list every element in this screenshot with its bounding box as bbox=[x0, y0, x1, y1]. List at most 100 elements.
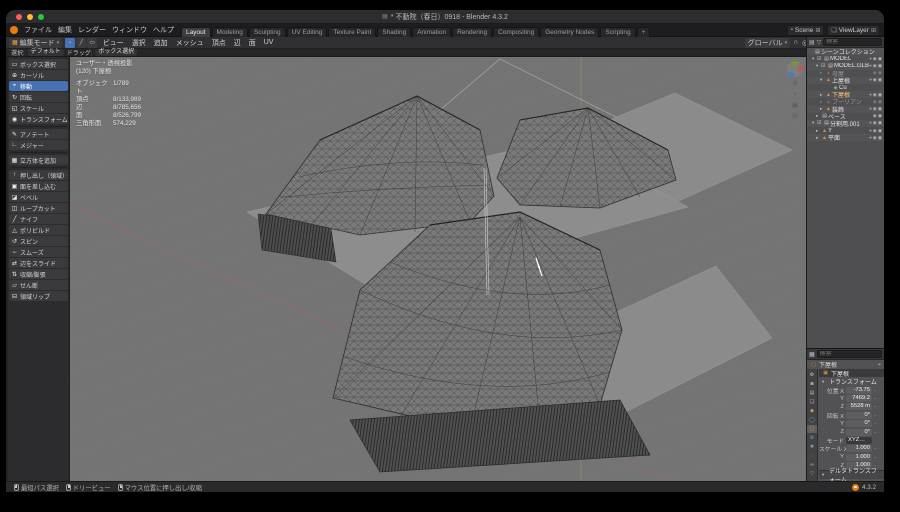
tab-view-layer[interactable]: ❏ bbox=[807, 398, 817, 406]
x-axis-dot[interactable] bbox=[798, 66, 803, 71]
outliner-row-model-glb[interactable]: ▾☑▤MODEL.GLB⌖◉▣ bbox=[807, 62, 884, 69]
menu-window[interactable]: ウィンドウ bbox=[109, 25, 150, 35]
tab-object[interactable]: ▢ bbox=[807, 425, 817, 433]
animate-dot-icon[interactable]: · bbox=[878, 421, 882, 426]
tool-annotate[interactable]: ✎アノテート bbox=[9, 129, 68, 139]
tab-scene[interactable]: ◆ bbox=[807, 407, 817, 415]
tab-uv-editing[interactable]: UV Editing bbox=[287, 27, 328, 37]
camera-view-icon[interactable]: ▣ bbox=[792, 102, 799, 110]
drag-mode-dropdown[interactable]: ボックス選択 bbox=[95, 49, 137, 56]
tool-add-cube[interactable]: ▦立方体を追加 bbox=[9, 155, 68, 165]
perspective-toggle-icon[interactable]: ⊞ bbox=[792, 113, 798, 121]
close-button[interactable] bbox=[16, 14, 22, 20]
pin-icon[interactable]: ⌖ bbox=[878, 362, 881, 368]
maximize-button[interactable] bbox=[38, 14, 44, 20]
menu-mesh[interactable]: メッシュ bbox=[173, 38, 206, 48]
location-y-field[interactable]: 7469.2 bbox=[846, 395, 872, 402]
rotation-mode-dropdown[interactable]: XYZ… bbox=[846, 437, 872, 444]
snap-magnet-icon[interactable]: ∩ bbox=[792, 39, 799, 46]
vertex-select-button[interactable]: ◦ bbox=[65, 38, 75, 48]
tab-physics[interactable]: ◌ bbox=[807, 452, 817, 460]
titlebar[interactable]: ▤ * 不動院（春日）0918 - Blender 4.3.2 bbox=[6, 10, 884, 24]
menu-view[interactable]: ビュー bbox=[100, 38, 126, 48]
zoom-view-icon[interactable]: ⊕ bbox=[792, 80, 798, 88]
tool-rotate[interactable]: ↻回転 bbox=[9, 92, 68, 102]
outliner-row-model[interactable]: ▾☑▤MODEL⌖◉▣ bbox=[807, 55, 884, 62]
rotation-y-field[interactable]: 0° bbox=[846, 420, 872, 427]
tab-layout[interactable]: Layout bbox=[181, 27, 211, 37]
menu-vertex[interactable]: 頂点 bbox=[209, 38, 228, 48]
location-z-field[interactable]: 5528 m bbox=[846, 403, 872, 410]
tool-box-select[interactable]: ▭ボックス選択 bbox=[9, 59, 68, 69]
tab-scripting[interactable]: Scripting bbox=[600, 27, 635, 37]
outliner-display-mode-icon[interactable]: ▤ bbox=[809, 39, 815, 46]
y-axis-dot[interactable] bbox=[792, 61, 797, 66]
tab-tool[interactable]: ⚙ bbox=[807, 371, 817, 379]
animate-dot-icon[interactable]: · bbox=[878, 430, 882, 435]
tool-poly-build[interactable]: △ポリビルド bbox=[9, 225, 68, 235]
tab-world[interactable]: ◯ bbox=[807, 416, 817, 424]
active-object-bar[interactable]: ▣ 下屋根 bbox=[819, 369, 884, 377]
tab-sculpting[interactable]: Sculpting bbox=[249, 27, 286, 37]
tab-modeling[interactable]: Modeling bbox=[212, 27, 248, 37]
delta-transform-panel-header[interactable]: ▾デルタトランスフォーム bbox=[819, 470, 884, 479]
menu-edge[interactable]: 辺 bbox=[231, 38, 243, 48]
tool-inset-faces[interactable]: ▣面を差し込む bbox=[9, 181, 68, 191]
tab-rendering[interactable]: Rendering bbox=[452, 27, 492, 37]
animate-dot-icon[interactable]: · bbox=[878, 396, 882, 401]
rotation-z-field[interactable]: 0° bbox=[846, 429, 872, 436]
tab-output[interactable]: ▤ bbox=[807, 389, 817, 397]
scale-x-field[interactable]: 1.000 bbox=[846, 445, 872, 452]
orientation-dropdown[interactable]: グローバル ▾ bbox=[745, 38, 790, 48]
scene-selector[interactable]: ▪ Scene ⊞ bbox=[787, 25, 825, 36]
tab-animation[interactable]: Animation bbox=[412, 27, 451, 37]
tab-render[interactable]: ◙ bbox=[807, 380, 817, 388]
view-layer-selector[interactable]: ❏ ViewLayer ⊞ bbox=[827, 25, 880, 36]
tool-shrink-fatten[interactable]: ⇅収縮/膨張 bbox=[9, 269, 68, 279]
tool-rip-region[interactable]: ⊟領域リップ bbox=[9, 291, 68, 301]
tab-texture-paint[interactable]: Texture Paint bbox=[328, 27, 376, 37]
tool-smooth[interactable]: ∼スムーズ bbox=[9, 247, 68, 257]
edge-select-button[interactable]: ╱ bbox=[76, 38, 86, 48]
outliner-row-split-collection[interactable]: ▾☑▤分割用.001⌖◉▣ bbox=[807, 120, 884, 127]
animate-dot-icon[interactable]: · bbox=[878, 446, 882, 451]
tab-object-data[interactable]: ▽ bbox=[807, 470, 817, 478]
tool-move[interactable]: ⌖移動 bbox=[9, 81, 68, 91]
tool-transform[interactable]: ◉トランスフォーム bbox=[9, 114, 68, 124]
tab-constraints[interactable]: ∞ bbox=[807, 461, 817, 469]
z-axis-dot[interactable] bbox=[789, 72, 794, 77]
menu-file[interactable]: ファイル bbox=[21, 25, 55, 35]
outliner-row-upper-roof[interactable]: ▾▲上屋根⌖◉▣ bbox=[807, 77, 884, 84]
viewport-canvas[interactable]: ユーザー・透視投影 (120) 下屋根 オブジェクト1/789 頂点8/133,… bbox=[70, 57, 806, 481]
face-select-button[interactable]: ▭ bbox=[87, 38, 97, 48]
animate-dot-icon[interactable]: · bbox=[878, 438, 882, 443]
menu-help[interactable]: ヘルプ bbox=[150, 25, 177, 35]
outliner-row-boolean[interactable]: ▸▲ブーリアン◉▣ bbox=[807, 98, 884, 105]
new-scene-icon[interactable]: ⊞ bbox=[815, 27, 820, 34]
animate-dot-icon[interactable]: · bbox=[878, 388, 882, 393]
scale-y-field[interactable]: 1.000 bbox=[846, 454, 872, 461]
animate-dot-icon[interactable]: · bbox=[878, 404, 882, 409]
outliner-row-y[interactable]: ▸▲Y⌖◉▣ bbox=[807, 127, 884, 134]
menu-render[interactable]: レンダー bbox=[75, 25, 109, 35]
properties-editor-icon[interactable]: ▦ bbox=[809, 351, 815, 358]
minimize-button[interactable] bbox=[27, 14, 33, 20]
tool-knife[interactable]: ╱ナイフ bbox=[9, 214, 68, 224]
pan-view-icon[interactable]: + bbox=[793, 91, 797, 99]
select-mode-dropdown[interactable]: デフォルト bbox=[28, 49, 64, 56]
tool-spin[interactable]: ↺スピン bbox=[9, 236, 68, 246]
tab-geometry-nodes[interactable]: Geometry Nodes bbox=[540, 27, 599, 37]
tab-add-workspace[interactable]: + bbox=[637, 27, 651, 37]
tool-extrude-region[interactable]: ↑押し出し（領域） bbox=[9, 170, 68, 180]
animate-dot-icon[interactable]: · bbox=[878, 413, 882, 418]
menu-face[interactable]: 面 bbox=[246, 38, 258, 48]
outliner-row-moya[interactable]: ▸▲母屋◉▣ bbox=[807, 70, 884, 77]
menu-edit[interactable]: 編集 bbox=[55, 25, 75, 35]
menu-select[interactable]: 選択 bbox=[129, 38, 148, 48]
filter-icon[interactable]: ▽ bbox=[817, 39, 822, 46]
tool-edge-slide[interactable]: ⇄辺をスライド bbox=[9, 258, 68, 268]
tool-bevel[interactable]: ◪ベベル bbox=[9, 192, 68, 202]
tab-compositing[interactable]: Compositing bbox=[493, 27, 539, 37]
properties-search-input[interactable] bbox=[817, 350, 882, 358]
tool-loop-cut[interactable]: ◫ループカット bbox=[9, 203, 68, 213]
